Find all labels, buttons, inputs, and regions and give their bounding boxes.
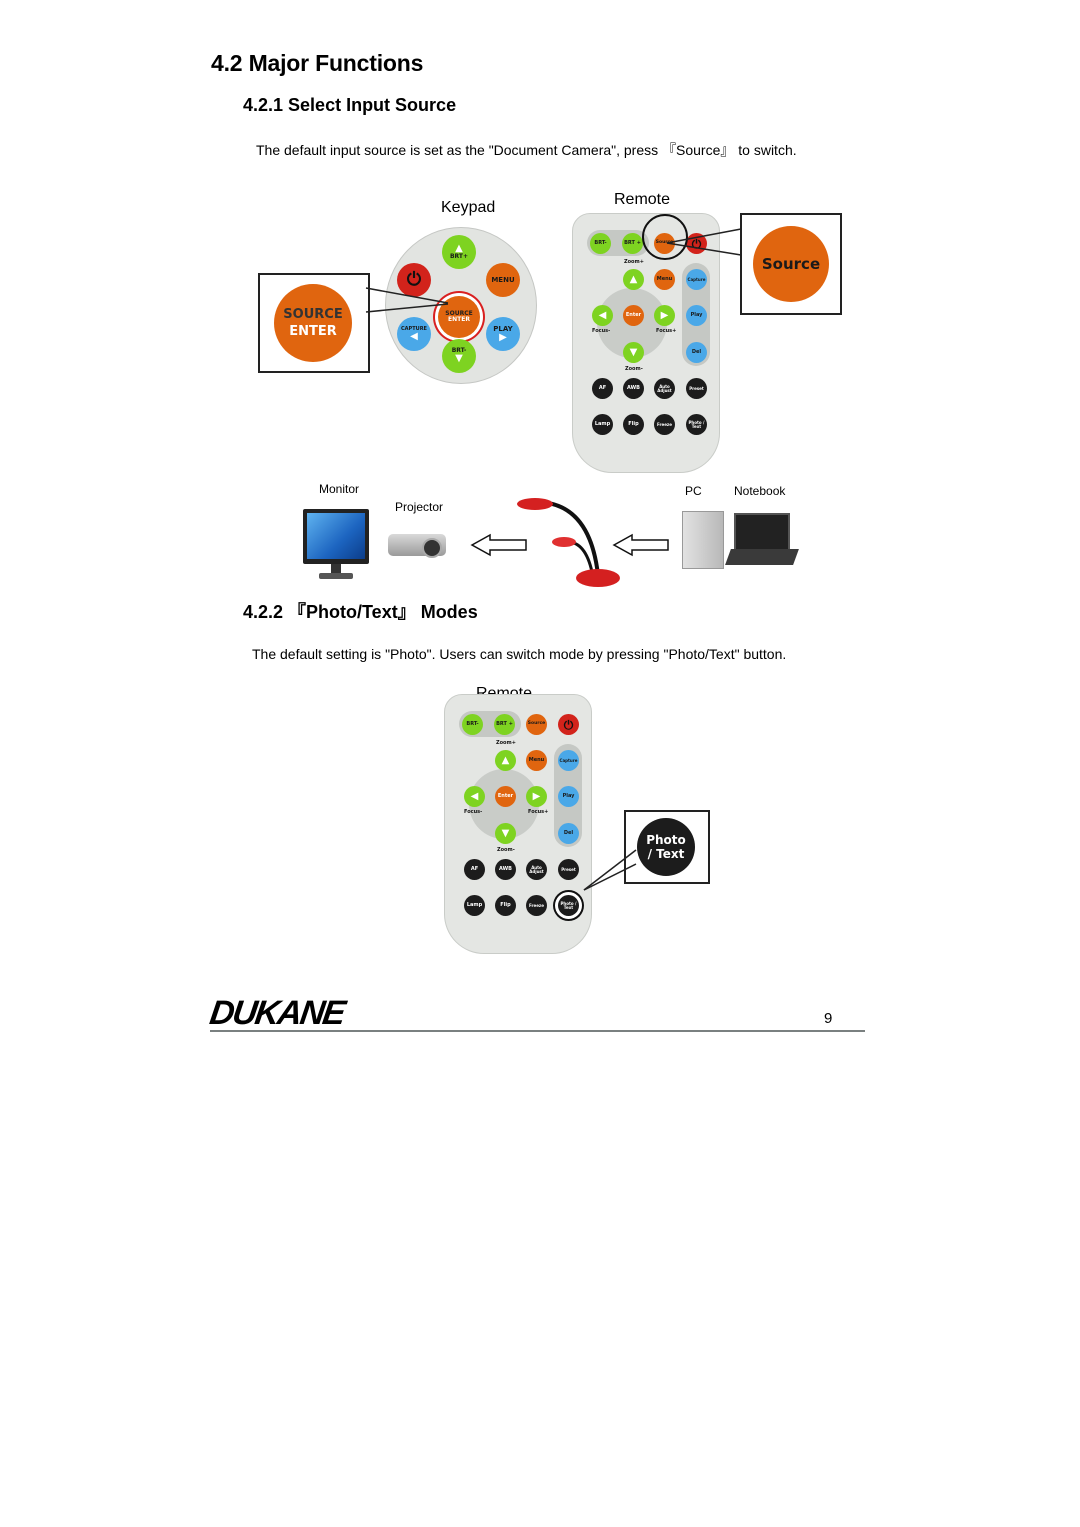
dukane-logo: DUKANE — [207, 994, 347, 1032]
remote-zoom-plus-button[interactable]: ▲ — [623, 269, 644, 290]
document-camera-image — [517, 498, 620, 587]
power-icon: ⏻ — [563, 717, 574, 732]
remote-lamp-button[interactable]: Lamp — [592, 414, 613, 435]
zoom-plus-label: Zoom+ — [624, 259, 644, 265]
zoom-minus-label: Zoom- — [625, 366, 643, 372]
remote-auto-adjust-button[interactable]: Auto Adjust — [526, 859, 547, 880]
remote-photo-text-button[interactable]: Photo / Text — [686, 414, 707, 435]
keypad-play-button[interactable]: PLAY ▶ — [486, 317, 520, 351]
photo-text-callout-pointer — [583, 849, 637, 891]
remote-play-button[interactable]: Play — [686, 305, 707, 326]
monitor-image — [303, 509, 369, 579]
keypad-callout-pointer — [365, 287, 449, 313]
remote-control-photo-text: BRT- BRT + Source ⏻ Zoom+ ▲ Menu Capture… — [444, 694, 592, 954]
remote-auto-adjust-button[interactable]: Auto Adjust — [654, 378, 675, 399]
remote-freeze-button[interactable]: Freeze — [526, 895, 547, 916]
focus-plus-label: Focus+ — [528, 809, 549, 815]
pc-tower-image — [682, 511, 724, 569]
chevron-up-icon: ▲ — [501, 754, 510, 766]
keypad-source-enter-callout: SOURCE ENTER — [258, 273, 370, 373]
remote-brt-minus-button[interactable]: BRT- — [462, 714, 483, 735]
page-number: 9 — [824, 1010, 833, 1027]
focus-plus-label: Focus+ — [656, 328, 677, 334]
footer-divider — [210, 1030, 865, 1032]
remote-enter-button[interactable]: Enter — [495, 786, 516, 807]
chevron-right-icon: ▶ — [660, 309, 669, 321]
remote-zoom-minus-button[interactable]: ▼ — [495, 823, 516, 844]
remote-source-button[interactable]: Source — [526, 714, 547, 735]
remote-brt-minus-button[interactable]: BRT- — [590, 233, 611, 254]
remote-focus-minus-button[interactable]: ◀ — [464, 786, 485, 807]
remote-enter-button[interactable]: Enter — [623, 305, 644, 326]
photo-text-description: The default setting is "Photo". Users ca… — [252, 646, 787, 662]
focus-minus-label: Focus- — [464, 809, 483, 815]
remote-awb-button[interactable]: AWB — [495, 859, 516, 880]
chevron-left-icon: ◀ — [598, 309, 607, 321]
remote-lamp-button[interactable]: Lamp — [464, 895, 485, 916]
remote-del-button[interactable]: Del — [686, 342, 707, 363]
pc-label: PC — [685, 484, 702, 498]
remote-af-button[interactable]: AF — [464, 859, 485, 880]
monitor-label: Monitor — [319, 482, 360, 496]
remote-label-source: Remote — [614, 191, 671, 208]
chevron-down-icon: ▼ — [455, 353, 463, 364]
remote-preset-button[interactable]: Preset — [558, 859, 579, 880]
remote-brt-plus-button[interactable]: BRT + — [622, 233, 643, 254]
focus-minus-label: Focus- — [592, 328, 611, 334]
remote-power-button[interactable]: ⏻ — [558, 714, 579, 735]
source-enter-zoomed-button: SOURCE ENTER — [274, 284, 352, 362]
remote-focus-plus-button[interactable]: ▶ — [654, 305, 675, 326]
section-heading-major-functions: 4.2 Major Functions — [211, 50, 424, 76]
remote-flip-button[interactable]: Flip — [495, 895, 516, 916]
remote-del-button[interactable]: Del — [558, 823, 579, 844]
section-heading-photo-text-modes: 4.2.2 『Photo/Text』 Modes — [243, 602, 478, 622]
arrow-left-icon — [612, 533, 669, 557]
remote-preset-button[interactable]: Preset — [686, 378, 707, 399]
chevron-right-icon: ▶ — [532, 790, 541, 802]
remote-play-button[interactable]: Play — [558, 786, 579, 807]
notebook-image — [725, 513, 799, 568]
chevron-up-icon: ▲ — [629, 273, 638, 285]
zoom-plus-label: Zoom+ — [496, 740, 516, 746]
remote-menu-button[interactable]: Menu — [654, 269, 675, 290]
notebook-label: Notebook — [734, 484, 786, 498]
remote-source-callout: Source — [740, 213, 842, 315]
chevron-down-icon: ▼ — [501, 827, 510, 839]
keypad-brt-plus-button[interactable]: ▲ BRT+ — [442, 235, 476, 269]
remote-af-button[interactable]: AF — [592, 378, 613, 399]
remote-zoom-plus-button[interactable]: ▲ — [495, 750, 516, 771]
remote-callout-pointer — [666, 228, 742, 256]
remote-brt-plus-button[interactable]: BRT + — [494, 714, 515, 735]
remote-capture-button[interactable]: Capture — [558, 750, 579, 771]
chevron-down-icon: ▼ — [629, 346, 638, 358]
remote-focus-minus-button[interactable]: ◀ — [592, 305, 613, 326]
remote-photo-text-button[interactable]: Photo / Text — [558, 895, 579, 916]
projector-image — [388, 530, 448, 560]
remote-focus-plus-button[interactable]: ▶ — [526, 786, 547, 807]
keypad-brt-minus-button[interactable]: BRT- ▼ — [442, 339, 476, 373]
remote-flip-button[interactable]: Flip — [623, 414, 644, 435]
remote-capture-button[interactable]: Capture — [686, 269, 707, 290]
remote-menu-button[interactable]: Menu — [526, 750, 547, 771]
chevron-left-icon: ◀ — [410, 330, 418, 342]
keypad-menu-button[interactable]: MENU — [486, 263, 520, 297]
section-heading-select-input-source: 4.2.1 Select Input Source — [243, 95, 457, 115]
select-input-source-description: The default input source is set as the "… — [256, 142, 797, 158]
chevron-left-icon: ◀ — [470, 790, 479, 802]
remote-awb-button[interactable]: AWB — [623, 378, 644, 399]
keypad-label: Keypad — [441, 199, 496, 216]
chevron-right-icon: ▶ — [499, 331, 507, 343]
source-zoomed-button: Source — [753, 226, 829, 302]
remote-freeze-button[interactable]: Freeze — [654, 414, 675, 435]
remote-zoom-minus-button[interactable]: ▼ — [623, 342, 644, 363]
zoom-minus-label: Zoom- — [497, 847, 515, 853]
projector-label: Projector — [395, 500, 444, 514]
photo-text-zoomed-button: Photo / Text — [637, 818, 695, 876]
